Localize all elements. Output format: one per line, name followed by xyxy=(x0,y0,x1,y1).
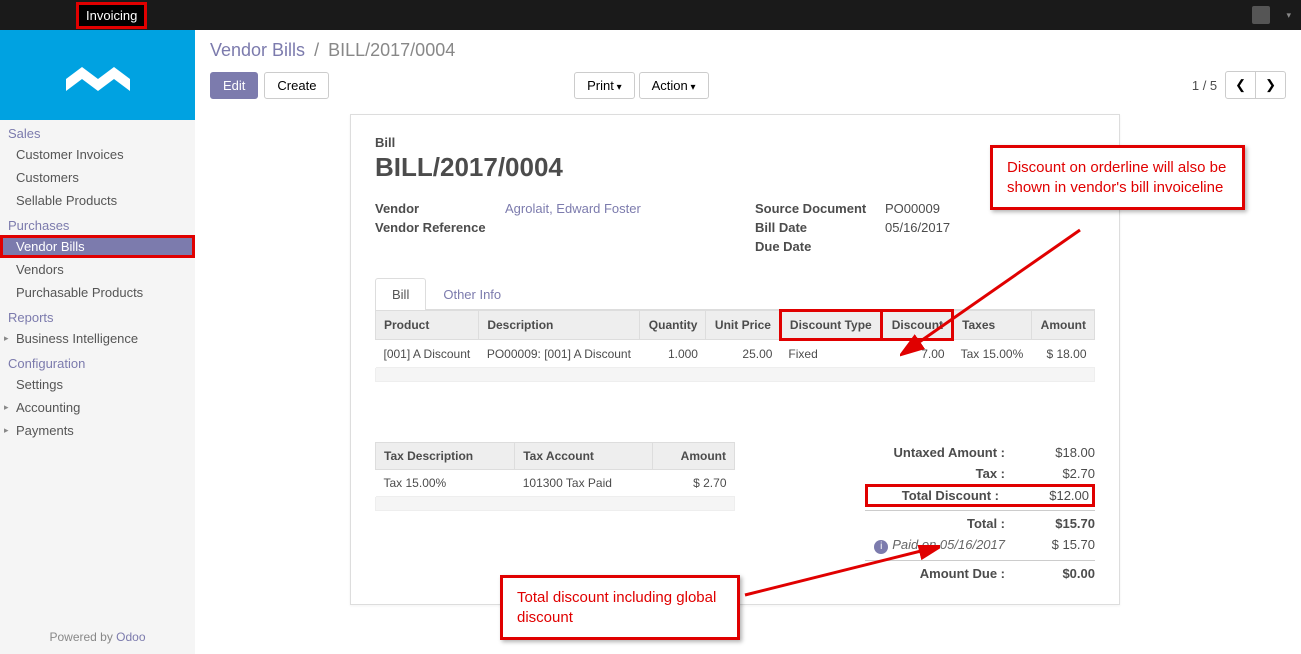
create-button[interactable]: Create xyxy=(264,72,329,99)
sidebar-item-settings[interactable]: Settings xyxy=(0,373,195,396)
pager-next-button[interactable]: ❯ xyxy=(1255,71,1286,99)
breadcrumb: Vendor Bills / BILL/2017/0004 xyxy=(195,30,1301,61)
value-untaxed: $18.00 xyxy=(1025,445,1095,460)
action-button[interactable]: Action xyxy=(639,72,709,99)
sidebar-item-accounting[interactable]: Accounting xyxy=(0,396,195,419)
col-tax-amount[interactable]: Amount xyxy=(653,443,735,470)
cell-discount-type: Fixed xyxy=(780,340,881,368)
tax-table: Tax Description Tax Account Amount Tax 1… xyxy=(375,442,735,584)
nav-item-4[interactable] xyxy=(149,2,169,29)
section-configuration: Configuration xyxy=(0,350,195,373)
value-vendor-ref xyxy=(505,220,715,235)
col-unit-price[interactable]: Unit Price xyxy=(706,311,780,340)
value-total-discount: $12.00 xyxy=(1019,488,1089,503)
sidebar: Sales Customer Invoices Customers Sellab… xyxy=(0,30,195,654)
caret-down-icon xyxy=(688,78,696,93)
toolbar: Edit Create Print Action 1 / 5 ❮ ❯ xyxy=(195,61,1301,109)
table-row[interactable]: Tax 15.00% 101300 Tax Paid $ 2.70 xyxy=(376,470,735,497)
tab-other-info[interactable]: Other Info xyxy=(426,278,518,310)
label-due-date: Due Date xyxy=(755,239,885,254)
label-total: Total : xyxy=(967,516,1005,531)
col-discount-type[interactable]: Discount Type xyxy=(780,311,881,340)
pager-prev-button[interactable]: ❮ xyxy=(1225,71,1256,99)
value-vendor[interactable]: Agrolait, Edward Foster xyxy=(505,201,715,216)
edit-button[interactable]: Edit xyxy=(210,72,258,99)
label-vendor-ref: Vendor Reference xyxy=(375,220,505,235)
sidebar-item-sellable-products[interactable]: Sellable Products xyxy=(0,189,195,212)
bill-title: BILL/2017/0004 xyxy=(375,152,1095,183)
section-purchases: Purchases xyxy=(0,212,195,235)
cell-product: [001] A Discount xyxy=(376,340,479,368)
app-logo[interactable] xyxy=(0,30,195,120)
user-caret[interactable]: ▾ xyxy=(1286,10,1291,21)
col-tax-desc[interactable]: Tax Description xyxy=(376,443,515,470)
nav-item-1[interactable] xyxy=(32,2,52,29)
label-source-doc: Source Document xyxy=(755,201,885,216)
value-tax: $2.70 xyxy=(1025,466,1095,481)
nav-item-5[interactable] xyxy=(171,2,191,29)
print-button[interactable]: Print xyxy=(574,72,635,99)
label-untaxed: Untaxed Amount : xyxy=(894,445,1005,460)
odoo-link[interactable]: Odoo xyxy=(116,630,145,644)
bill-small-title: Bill xyxy=(375,135,1095,150)
nav-item-2[interactable] xyxy=(54,2,74,29)
col-tax-account[interactable]: Tax Account xyxy=(515,443,653,470)
value-amount-due: $0.00 xyxy=(1025,566,1095,581)
col-description[interactable]: Description xyxy=(479,311,640,340)
cell-description: PO00009: [001] A Discount xyxy=(479,340,640,368)
cell-quantity: 1.000 xyxy=(640,340,706,368)
caret-down-icon xyxy=(614,78,622,93)
col-quantity[interactable]: Quantity xyxy=(640,311,706,340)
cell-tax-desc: Tax 15.00% xyxy=(376,470,515,497)
annotation-callout-2: Total discount including global discount xyxy=(500,575,740,640)
lines-padding xyxy=(375,368,1095,382)
value-paid: $ 15.70 xyxy=(1025,537,1095,554)
breadcrumb-parent[interactable]: Vendor Bills xyxy=(210,40,305,60)
nav-item-0[interactable] xyxy=(10,2,30,29)
top-navbar: Invoicing ▾ xyxy=(0,0,1301,30)
section-reports: Reports xyxy=(0,304,195,327)
sidebar-item-vendors[interactable]: Vendors xyxy=(0,258,195,281)
cell-unit-price: 25.00 xyxy=(706,340,780,368)
tax-padding xyxy=(375,497,735,511)
label-tax: Tax : xyxy=(976,466,1005,481)
sidebar-item-customer-invoices[interactable]: Customer Invoices xyxy=(0,143,195,166)
cell-tax-account: 101300 Tax Paid xyxy=(515,470,653,497)
annotation-arrow-2 xyxy=(740,545,940,605)
user-avatar[interactable] xyxy=(1252,6,1270,24)
sidebar-item-business-intelligence[interactable]: Business Intelligence xyxy=(0,327,195,350)
navbar-right: ▾ xyxy=(1252,6,1291,24)
label-vendor: Vendor xyxy=(375,201,505,216)
label-bill-date: Bill Date xyxy=(755,220,885,235)
col-product[interactable]: Product xyxy=(376,311,479,340)
label-total-discount: Total Discount : xyxy=(902,488,999,503)
breadcrumb-current: BILL/2017/0004 xyxy=(328,40,455,60)
tab-bill[interactable]: Bill xyxy=(375,278,426,310)
sidebar-item-purchasable-products[interactable]: Purchasable Products xyxy=(0,281,195,304)
pager-text: 1 / 5 xyxy=(1192,78,1217,93)
annotation-callout-1: Discount on orderline will also be shown… xyxy=(990,145,1245,210)
sidebar-item-vendor-bills[interactable]: Vendor Bills xyxy=(0,235,195,258)
sidebar-item-customers[interactable]: Customers xyxy=(0,166,195,189)
value-total: $15.70 xyxy=(1025,516,1095,531)
breadcrumb-sep: / xyxy=(310,40,323,60)
sidebar-footer: Powered by Odoo xyxy=(0,620,195,654)
annotation-arrow-1 xyxy=(900,220,1100,360)
nav-item-invoicing[interactable]: Invoicing xyxy=(76,2,147,29)
section-sales: Sales xyxy=(0,120,195,143)
sidebar-item-payments[interactable]: Payments xyxy=(0,419,195,442)
cell-tax-amount: $ 2.70 xyxy=(653,470,735,497)
